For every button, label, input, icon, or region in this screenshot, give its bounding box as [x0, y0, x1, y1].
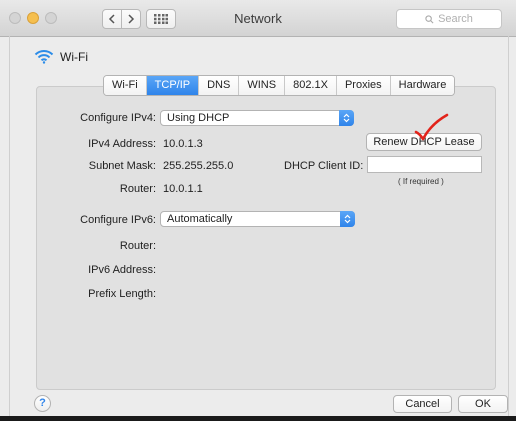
network-preferences-window: Network Search Wi-Fi Wi-Fi TCP/IP DNS WI…	[0, 0, 516, 416]
checkmark-annotation	[414, 113, 449, 141]
ipv4-address-value: 10.0.1.3	[163, 138, 203, 150]
tab-wins[interactable]: WINS	[239, 76, 286, 95]
tab-hardware[interactable]: Hardware	[390, 76, 455, 95]
cancel-button[interactable]: Cancel	[393, 395, 452, 413]
interface-header: Wi-Fi	[34, 49, 88, 64]
subnet-mask-label: Subnet Mask:	[88, 160, 156, 172]
popup-arrows-icon	[340, 211, 355, 227]
ipv4-router-label: Router:	[119, 183, 156, 195]
ipv6-router-label: Router:	[119, 240, 156, 252]
help-button[interactable]: ?	[34, 395, 51, 412]
wifi-icon	[34, 50, 54, 64]
configure-ipv6-popup[interactable]: Automatically	[160, 211, 355, 227]
tab-tcpip[interactable]: TCP/IP	[146, 76, 200, 95]
dhcp-client-id-hint: ( If required )	[398, 177, 444, 186]
configure-ipv4-popup[interactable]: Using DHCP	[160, 110, 354, 126]
ipv6-address-label: IPv6 Address:	[88, 264, 156, 276]
tab-dns[interactable]: DNS	[199, 76, 240, 95]
search-placeholder: Search	[438, 13, 473, 25]
tab-wifi[interactable]: Wi-Fi	[104, 76, 147, 95]
dhcp-client-id-field[interactable]	[367, 156, 482, 173]
prefix-length-label: Prefix Length:	[88, 288, 156, 300]
titlebar: Network Search	[0, 0, 516, 37]
tab-8021x[interactable]: 802.1X	[285, 76, 337, 95]
popup-arrows-icon	[339, 110, 354, 126]
tab-proxies[interactable]: Proxies	[336, 76, 391, 95]
configure-ipv4-value: Using DHCP	[167, 112, 230, 124]
ipv4-router-value: 10.0.1.1	[163, 183, 203, 195]
subnet-mask-value: 255.255.255.0	[163, 160, 234, 172]
search-icon	[425, 14, 434, 23]
search-field[interactable]: Search	[396, 9, 502, 29]
dhcp-client-id-label: DHCP Client ID:	[284, 160, 364, 172]
configure-ipv4-label: Configure IPv4:	[80, 112, 156, 124]
configure-ipv6-value: Automatically	[167, 213, 233, 225]
configure-ipv6-label: Configure IPv6:	[80, 214, 156, 226]
ok-button[interactable]: OK	[458, 395, 508, 413]
ipv4-address-label: IPv4 Address:	[88, 138, 156, 150]
tab-bar: Wi-Fi TCP/IP DNS WINS 802.1X Proxies Har…	[103, 75, 456, 96]
interface-name: Wi-Fi	[60, 49, 88, 64]
